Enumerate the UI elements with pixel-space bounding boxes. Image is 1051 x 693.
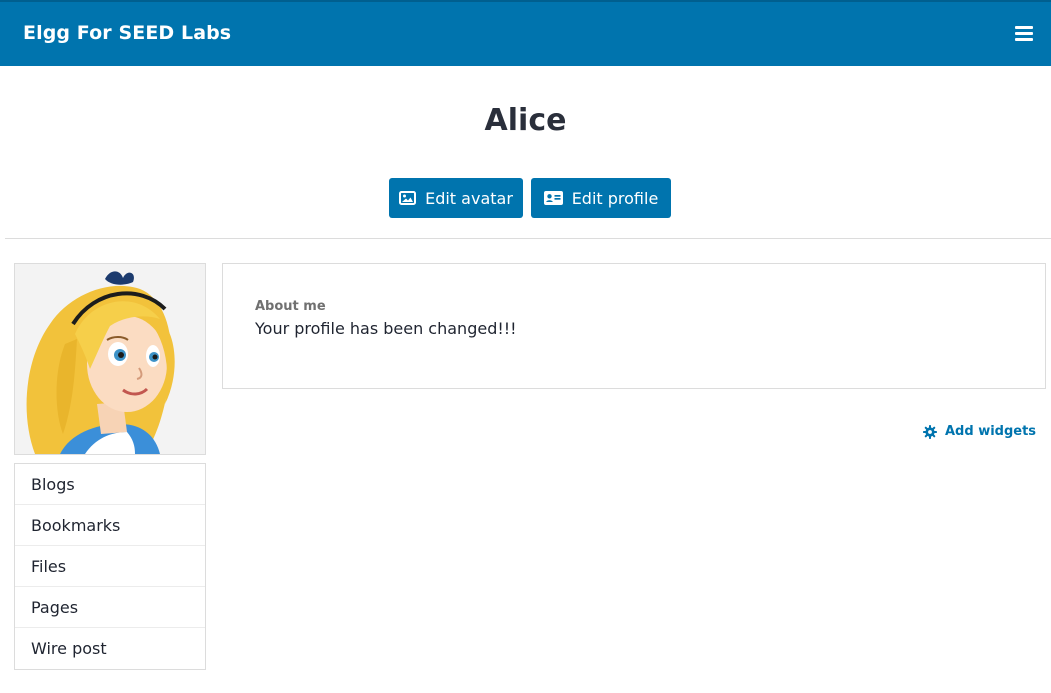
site-title-link[interactable]: Elgg For SEED Labs [23,22,231,44]
edit-profile-button[interactable]: Edit profile [531,178,671,218]
add-widgets-link[interactable]: Add widgets [923,424,1036,439]
gear-icon [923,424,937,439]
menu-item-blogs[interactable]: Blogs [15,464,205,505]
profile-name-heading: Alice [484,103,567,138]
owner-block-menu: Blogs Bookmarks Files Pages Wire post [14,463,206,670]
about-me-label: About me [255,299,326,314]
avatar-image [15,264,205,454]
top-navigation-bar: Elgg For SEED Labs [0,0,1051,66]
menu-item-files[interactable]: Files [15,546,205,587]
hamburger-menu-icon[interactable] [1015,26,1033,42]
id-card-icon [543,191,563,205]
profile-details-panel: About me Your profile has been changed!!… [222,263,1046,389]
header-divider [5,238,1051,239]
menu-item-wire-post[interactable]: Wire post [15,628,205,669]
about-me-value: Your profile has been changed!!! [255,319,517,338]
add-widgets-label: Add widgets [945,424,1037,439]
menu-item-bookmarks[interactable]: Bookmarks [15,505,205,546]
menu-item-pages[interactable]: Pages [15,587,205,628]
edit-avatar-label: Edit avatar [425,188,513,208]
image-icon [399,191,417,205]
edit-profile-label: Edit profile [571,188,659,208]
edit-avatar-button[interactable]: Edit avatar [389,178,523,218]
profile-avatar[interactable] [14,263,206,455]
